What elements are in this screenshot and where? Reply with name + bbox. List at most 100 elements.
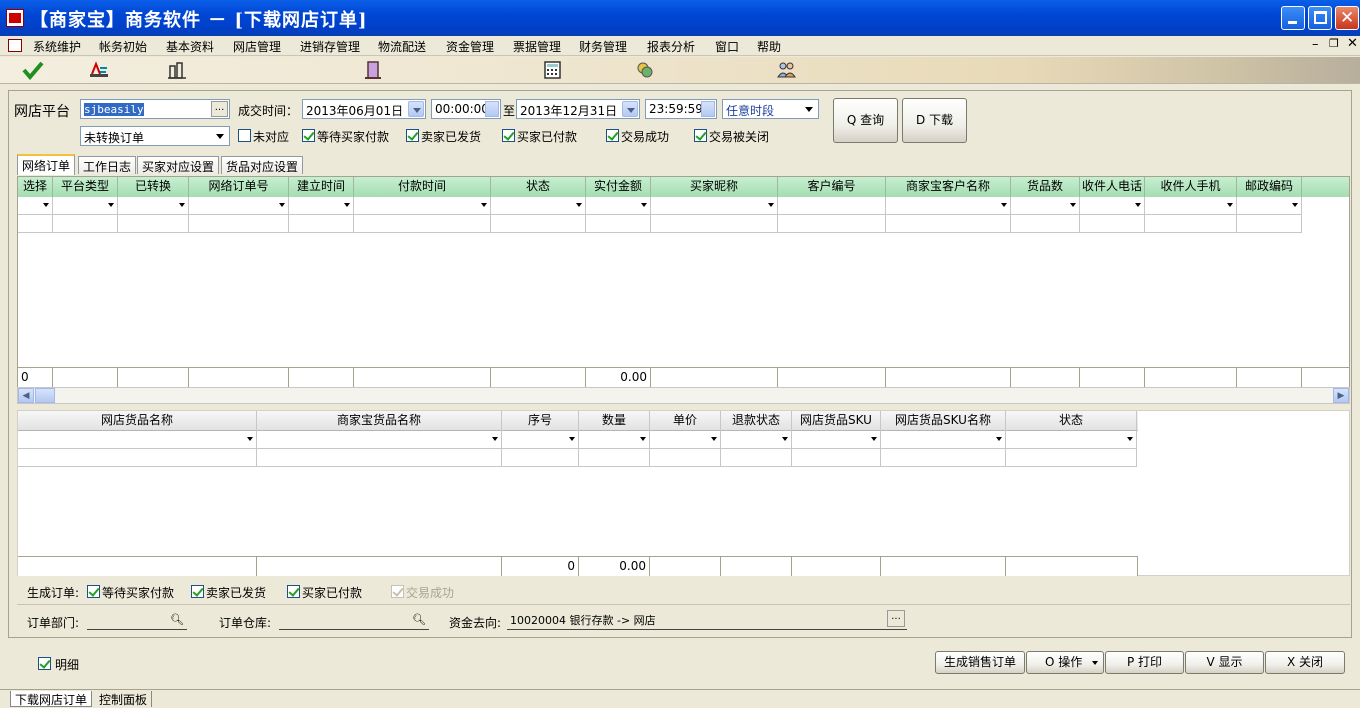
seller-shipped-checkbox[interactable] (406, 129, 419, 142)
platform-input[interactable]: sjbeasily ... (80, 99, 230, 119)
scroll-left-icon[interactable]: ◀ (18, 388, 34, 403)
table-cell[interactable] (778, 215, 886, 233)
column-filter[interactable] (886, 197, 1011, 215)
table-cell[interactable] (1237, 215, 1302, 233)
column-filter[interactable] (491, 197, 586, 215)
gen-buyer-paid-checkbox[interactable] (287, 585, 300, 598)
column-header[interactable]: 已转换 (118, 177, 189, 197)
column-filter[interactable] (792, 431, 881, 449)
column-header[interactable]: 退款状态 (721, 411, 792, 431)
table-cell[interactable] (289, 215, 354, 233)
mdi-tab-download-orders[interactable]: 下载网店订单 (10, 691, 93, 707)
time-from-spinner[interactable]: 00:00:00 (431, 99, 501, 119)
column-filter[interactable] (650, 431, 721, 449)
menu-logistics[interactable]: 物流配送 (375, 37, 429, 56)
column-filter[interactable] (502, 431, 579, 449)
dept-input[interactable]: 🔍︎ (87, 612, 187, 630)
mdi-tab-control-panel[interactable]: 控制面板 (95, 691, 153, 707)
unmatched-checkbox[interactable] (238, 129, 251, 142)
column-filter[interactable] (257, 431, 502, 449)
table-cell[interactable] (881, 449, 1006, 467)
table-cell[interactable] (53, 215, 118, 233)
maximize-button[interactable] (1308, 6, 1332, 30)
close-button[interactable]: ✕ (1335, 6, 1359, 30)
column-filter[interactable] (1011, 197, 1080, 215)
column-filter[interactable] (1080, 197, 1145, 215)
column-filter[interactable] (1145, 197, 1237, 215)
column-filter[interactable] (1006, 431, 1137, 449)
money-icon[interactable] (634, 60, 656, 80)
table-cell[interactable] (1011, 215, 1080, 233)
column-filter[interactable] (778, 197, 886, 215)
menu-basic-data[interactable]: 基本资料 (163, 37, 217, 56)
column-filter[interactable] (18, 197, 53, 215)
column-filter[interactable] (189, 197, 289, 215)
wait-buyer-pay-checkbox[interactable] (302, 129, 315, 142)
table-cell[interactable] (586, 215, 651, 233)
funds-input[interactable]: 10020004 银行存款 -> 网店 ... (507, 610, 907, 630)
table-cell[interactable] (721, 449, 792, 467)
download-button[interactable]: D 下载 (902, 98, 967, 143)
mdi-restore-icon[interactable]: ❐ (1329, 37, 1339, 50)
scroll-right-icon[interactable]: ▶ (1333, 388, 1349, 403)
table-cell[interactable] (1006, 449, 1137, 467)
print-button[interactable]: P 打印 (1105, 651, 1184, 674)
column-filter[interactable] (354, 197, 491, 215)
column-header[interactable]: 商家宝客户名称 (886, 177, 1011, 197)
column-header[interactable]: 数量 (579, 411, 650, 431)
table-cell[interactable] (502, 449, 579, 467)
table-row[interactable] (18, 215, 53, 233)
column-header[interactable]: 网店货品SKU名称 (881, 411, 1006, 431)
table-cell[interactable] (1080, 215, 1145, 233)
column-filter[interactable] (881, 431, 1006, 449)
gen-wait-buyer-pay-checkbox[interactable] (87, 585, 100, 598)
table-cell[interactable] (1145, 215, 1237, 233)
menu-accounts-init[interactable]: 帐务初始 (96, 37, 150, 56)
table-cell[interactable] (650, 449, 721, 467)
buyer-paid-checkbox[interactable] (502, 129, 515, 142)
spin-icon[interactable] (485, 101, 499, 117)
column-filter[interactable] (53, 197, 118, 215)
column-filter[interactable] (289, 197, 354, 215)
scroll-thumb[interactable] (35, 388, 55, 403)
column-header[interactable]: 商家宝货品名称 (257, 411, 502, 431)
column-filter[interactable] (586, 197, 651, 215)
search-icon[interactable]: 🔍︎ (170, 613, 184, 626)
column-header[interactable]: 货品数 (1011, 177, 1080, 197)
menu-finance[interactable]: 财务管理 (576, 37, 630, 56)
tab-work-log[interactable]: 工作日志 (78, 156, 137, 174)
menu-shop-management[interactable]: 网店管理 (230, 37, 284, 56)
horizontal-scrollbar[interactable]: ◀ ▶ (17, 387, 1350, 404)
column-header[interactable]: 状态 (491, 177, 586, 197)
trade-success-checkbox[interactable] (606, 129, 619, 142)
chevron-down-icon[interactable] (622, 101, 638, 117)
column-header[interactable]: 客户编号 (778, 177, 886, 197)
menu-funds[interactable]: 资金管理 (443, 37, 497, 56)
menu-inventory[interactable]: 进销存管理 (297, 37, 363, 56)
gen-seller-shipped-checkbox[interactable] (191, 585, 204, 598)
column-filter[interactable] (651, 197, 778, 215)
minimize-button[interactable] (1281, 6, 1305, 30)
date-from-picker[interactable]: 2013年06月01日 (302, 99, 426, 119)
table-cell[interactable] (579, 449, 650, 467)
time-to-spinner[interactable]: 23:59:59 (645, 99, 717, 119)
mdi-minimize-icon[interactable]: – (1312, 37, 1319, 52)
menu-window[interactable]: 窗口 (712, 37, 742, 56)
platform-browse-button[interactable]: ... (211, 101, 228, 117)
spin-icon[interactable] (701, 101, 715, 117)
close-form-button[interactable]: X 关闭 (1265, 651, 1345, 674)
period-select[interactable]: 任意时段 (722, 99, 819, 119)
column-header[interactable]: 网店货品SKU (792, 411, 881, 431)
menu-invoices[interactable]: 票据管理 (510, 37, 564, 56)
column-header[interactable]: 单价 (650, 411, 721, 431)
column-header[interactable]: 网店货品名称 (18, 411, 257, 431)
menu-system[interactable]: 系统维护 (30, 37, 84, 56)
menu-reports[interactable]: 报表分析 (644, 37, 698, 56)
table-row[interactable] (18, 449, 257, 467)
column-filter[interactable] (1237, 197, 1302, 215)
column-header[interactable]: 状态 (1006, 411, 1137, 431)
date-to-picker[interactable]: 2013年12月31日 (516, 99, 640, 119)
mdi-close-icon[interactable]: ✕ (1347, 36, 1358, 51)
column-filter[interactable] (118, 197, 189, 215)
menu-help[interactable]: 帮助 (754, 37, 784, 56)
